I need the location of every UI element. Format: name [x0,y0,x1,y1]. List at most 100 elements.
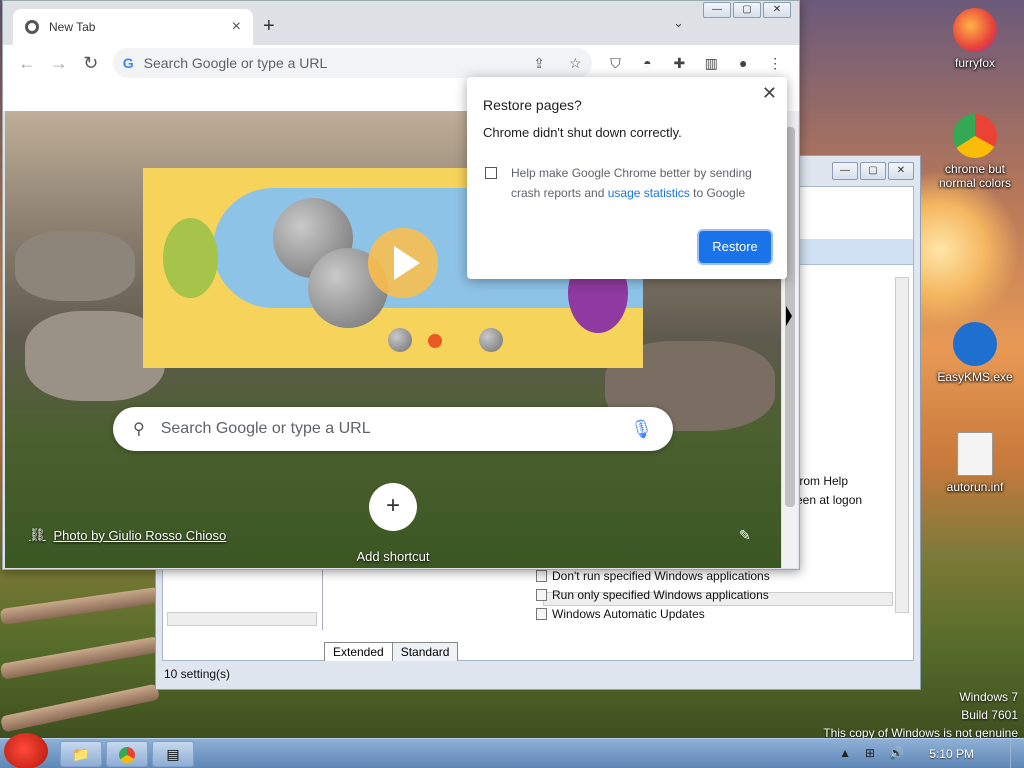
doodle-jack-ball [428,334,442,348]
list-item[interactable]: Windows Automatic Updates [536,604,770,623]
chevron-down-icon[interactable]: ⌄ [673,15,684,31]
chrome-icon [953,114,997,158]
folder-icon: 📁 [72,746,90,762]
close-button[interactable]: ✕ [763,2,791,18]
tree-horizontal-scrollbar[interactable] [167,612,317,626]
minimize-button[interactable]: — [832,162,858,180]
tab-strip: New Tab × + ⌄ — ▢ ✕ [3,1,799,45]
link-icon: ⛓ [29,527,46,542]
puzzle-extensions-icon[interactable]: ✚ [663,55,695,72]
star-icon[interactable]: ☆ [569,55,582,72]
status-bar-text: 10 setting(s) [164,667,231,681]
google-g-icon: G [122,55,134,71]
tab-new-tab[interactable]: New Tab × [13,9,253,45]
policy-editor-icon: ▤ [166,746,180,762]
doodle-olive-character [163,218,218,298]
address-bar-placeholder: Search Google or type a URL [143,55,328,71]
policy-setting-icon [536,607,547,620]
list-item-label: Windows Automatic Updates [552,606,705,621]
mouse-cursor-icon [786,306,792,326]
tray-expand-icon[interactable]: ▲ [839,746,851,760]
show-desktop-button[interactable] [1010,739,1024,768]
list-item-label: Don't run specified Windows applications [552,568,770,583]
minimize-button[interactable]: — [703,2,731,18]
system-tray: ▲ ⊞ 🔊 [839,746,904,760]
volume-icon[interactable]: 🔊 [889,746,904,760]
easykms-icon [953,322,997,366]
desktop-icon-label: autorun.inf [946,480,1004,494]
back-arrow-icon[interactable]: ← [11,53,43,74]
new-tab-button[interactable]: + [263,15,275,38]
add-shortcut-button[interactable]: + [369,483,417,531]
close-button[interactable]: ✕ [888,162,914,180]
profile-avatar-icon[interactable]: ● [727,55,759,71]
policy-description-partial: from Help een at logon [796,472,862,510]
watermark-line: Build 7601 [961,708,1018,722]
policy-setting-icon [536,588,547,601]
side-panel-icon[interactable]: ▥ [695,55,727,72]
list-vertical-scrollbar[interactable] [895,277,909,613]
chrome-tab-icon [25,20,39,34]
policy-list: Don't run specified Windows applications… [536,566,770,623]
usage-statistics-link[interactable]: usage statistics [608,186,690,200]
pencil-customize-icon[interactable]: ✎ [739,527,751,544]
crash-report-checkbox[interactable] [485,167,497,179]
dialog-message: Chrome didn't shut down correctly. [483,125,682,140]
taskbar-chrome-button[interactable] [106,741,148,767]
photo-credit-text: Photo by Giulio Rosso Chioso [53,527,227,543]
partial-line: from Help [796,474,849,488]
browser-toolbar: ← → ↻ G Search Google or type a URL ⇪ ☆ … [3,45,799,81]
add-shortcut-label: Add shortcut [356,549,430,564]
desktop-icon-label: EasyKMS.exe [937,370,1013,384]
list-item[interactable]: Run only specified Windows applications [536,585,770,604]
taskbar: 📁 ▤ ▲ ⊞ 🔊 5:10 PM [0,733,1024,768]
tab-standard[interactable]: Standard [391,642,459,661]
desktop-icon-label: chrome but normal colors [938,162,1012,190]
close-icon[interactable]: × [232,18,241,36]
reload-icon[interactable]: ↻ [75,53,107,74]
taskbar-clock[interactable]: 5:10 PM [929,747,974,761]
ntp-search-box[interactable]: ⚲ Search Google or type a URL 🎙 [113,407,673,451]
maximize-button[interactable]: ▢ [860,162,886,180]
desktop-icon-chrome[interactable]: chrome but normal colors [930,114,1020,190]
doodle-small-ball [388,328,412,352]
dialog-title: Restore pages? [483,97,582,113]
close-icon[interactable]: ✕ [762,83,777,104]
windows-watermark: Windows 7 Build 7601 This copy of Window… [823,688,1018,742]
desktop-icon-autorun[interactable]: autorun.inf [930,432,1020,494]
microphone-icon[interactable]: 🎙 [630,419,653,440]
crash-report-label: Help make Google Chrome better by sendin… [511,163,771,203]
restore-pages-dialog: Restore pages? ✕ Chrome didn't shut down… [467,77,787,279]
tab-title: New Tab [49,20,96,34]
pride-flag-extension-icon[interactable]: ◓ [631,55,663,71]
watermark-line: Windows 7 [959,690,1018,704]
address-bar[interactable]: G Search Google or type a URL ⇪ ☆ [112,48,592,78]
background-rock [15,231,135,301]
desktop-icon-easykms[interactable]: EasyKMS.exe [930,322,1020,384]
forward-arrow-icon[interactable]: → [43,53,75,74]
kebab-menu-icon[interactable]: ⋮ [759,55,791,72]
taskbar-explorer-button[interactable]: 📁 [60,741,102,767]
start-button[interactable] [4,733,48,768]
list-item-label: Run only specified Windows applications [552,587,769,602]
help-text-suffix: to Google [693,186,746,200]
chrome-icon [119,747,135,764]
window-controls: — ▢ ✕ [832,162,914,180]
network-icon[interactable]: ⊞ [865,746,875,760]
restore-button[interactable]: Restore [699,231,771,263]
partial-line: een at logon [796,493,863,507]
tab-extended[interactable]: Extended [324,642,393,661]
share-icon[interactable]: ⇪ [533,55,545,72]
desktop-icon-furryfox[interactable]: furryfox [930,8,1020,70]
policy-setting-icon [536,569,547,582]
inf-file-icon [957,432,993,476]
photo-credit-link[interactable]: ⛓ Photo by Giulio Rosso Chioso [29,527,226,543]
ntp-search-placeholder: Search Google or type a URL [160,420,371,437]
doodle-play-icon[interactable] [368,228,438,298]
taskbar-policy-editor-button[interactable]: ▤ [152,741,194,767]
maximize-button[interactable]: ▢ [733,2,761,18]
window-controls: — ▢ ✕ [703,2,791,18]
ublock-shield-icon[interactable]: ⛉ [600,55,632,72]
firefox-icon [953,8,997,52]
search-icon: ⚲ [133,421,145,438]
